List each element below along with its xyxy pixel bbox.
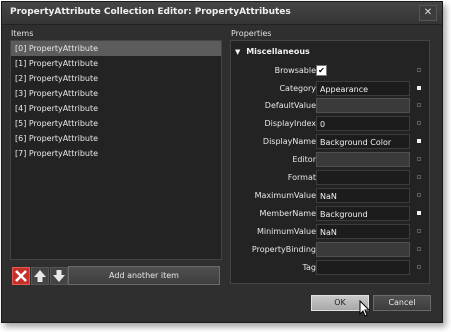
list-item[interactable]: [3] PropertyAttribute [11,86,221,101]
property-marker-icon[interactable] [417,157,421,161]
prop-label-minimumvalue: MinimumValue [256,227,316,236]
editor-field[interactable] [316,152,410,167]
prop-label-category: Category [279,84,316,93]
collapse-triangle-icon[interactable]: ▼ [235,48,240,56]
list-item[interactable]: [5] PropertyAttribute [11,116,221,131]
format-field[interactable] [316,170,410,185]
prop-label-format: Format [287,173,316,182]
add-item-button[interactable]: Add another item [68,266,220,285]
tag-field[interactable] [316,260,410,275]
property-grid[interactable]: ▼ Miscellaneous Browsable ✔ Category App… [230,40,430,284]
property-marker-icon[interactable] [417,193,421,197]
delete-x-icon [15,270,27,282]
list-item[interactable]: [4] PropertyAttribute [11,101,221,116]
category-header[interactable]: ▼ Miscellaneous [235,45,310,58]
check-icon: ✔ [318,66,325,75]
displayname-field[interactable]: Background Color [316,134,410,149]
list-item[interactable]: [6] PropertyAttribute [11,131,221,146]
collection-editor-window: PropertyAttribute Collection Editor: Pro… [1,1,443,323]
category-field[interactable]: Appearance [316,81,410,96]
membername-field[interactable]: Background [316,206,410,221]
propertybinding-field[interactable] [316,242,410,257]
property-marker-icon[interactable] [417,265,421,269]
items-list[interactable]: [0] PropertyAttribute [1] PropertyAttrib… [10,40,222,260]
property-marker-icon[interactable] [417,247,421,251]
property-marker-icon[interactable] [417,211,421,215]
move-up-button[interactable] [31,267,49,285]
close-button[interactable]: ✕ [419,5,437,21]
prop-label-tag: Tag [302,263,316,272]
prop-label-browsable: Browsable [274,66,316,75]
property-marker-icon[interactable] [417,229,421,233]
prop-label-propertybinding: PropertyBinding [251,245,316,254]
property-marker-icon[interactable] [417,103,421,107]
list-item[interactable]: [1] PropertyAttribute [11,56,221,71]
prop-label-maximumvalue: MaximumValue [254,191,316,200]
items-label: Items [11,29,34,38]
property-marker-icon[interactable] [417,175,421,179]
prop-label-displayname: DisplayName [262,137,316,146]
prop-label-editor: Editor [292,155,316,164]
close-icon: ✕ [423,7,433,18]
properties-label: Properties [231,29,272,38]
arrow-down-icon [53,270,65,282]
property-marker-icon[interactable] [417,139,421,143]
category-label: Miscellaneous [246,47,310,56]
property-marker-icon[interactable] [417,121,421,125]
maximumvalue-field[interactable]: NaN [316,188,410,203]
browsable-checkbox[interactable]: ✔ [316,65,327,76]
cancel-button[interactable]: Cancel [373,295,431,311]
minimumvalue-field[interactable]: NaN [316,224,410,239]
property-marker-icon[interactable] [417,68,421,72]
property-marker-icon[interactable] [417,86,421,90]
list-item[interactable]: [7] PropertyAttribute [11,146,221,161]
remove-item-button[interactable] [12,267,30,285]
arrow-up-icon [34,270,46,282]
list-item[interactable]: [0] PropertyAttribute [11,41,221,56]
move-down-button[interactable] [50,267,68,285]
title-bar[interactable]: PropertyAttribute Collection Editor: Pro… [2,2,442,25]
prop-label-membername: MemberName [259,209,316,218]
window-title: PropertyAttribute Collection Editor: Pro… [10,7,291,17]
defaultvalue-field[interactable] [316,98,410,113]
mouse-cursor-icon [359,300,371,317]
prop-label-defaultvalue: DefaultValue [264,101,316,110]
displayindex-field[interactable]: 0 [316,116,410,131]
prop-label-displayindex: DisplayIndex [264,119,316,128]
list-item[interactable]: [2] PropertyAttribute [11,71,221,86]
